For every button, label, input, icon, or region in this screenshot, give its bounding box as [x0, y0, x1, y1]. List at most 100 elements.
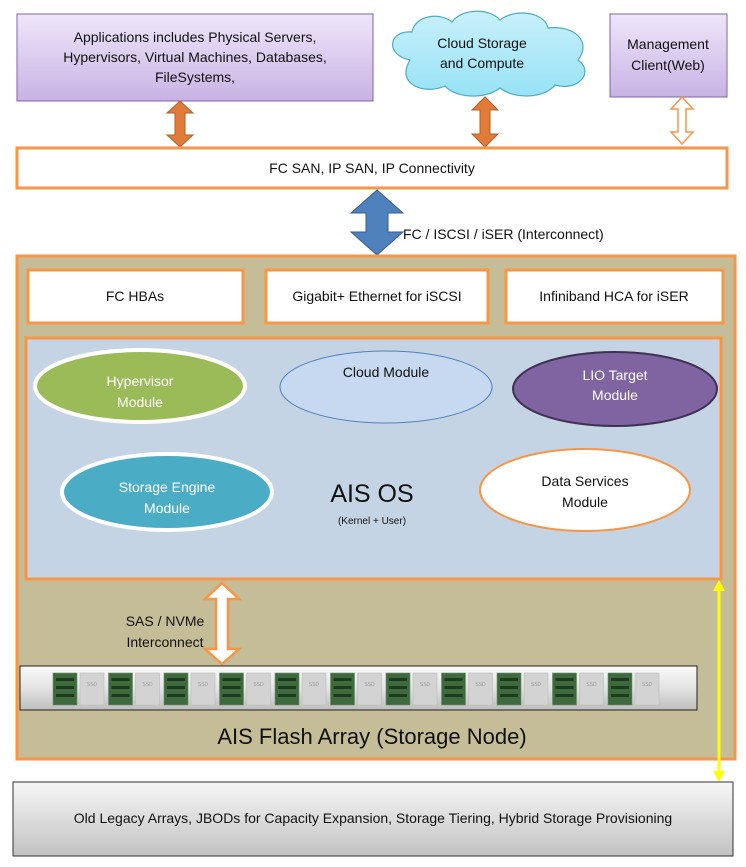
ssd-label: SSD [475, 682, 486, 688]
applications-box: Applications includes Physical Servers, … [16, 13, 374, 102]
os-title: AIS OS [330, 480, 413, 508]
ssd-label: SSD [87, 682, 98, 688]
module-detail [222, 686, 241, 689]
interconnect-label: FC / ISCSI / iSER (Interconnect) [403, 226, 604, 242]
ssd-drive [190, 672, 216, 706]
module-detail [611, 686, 629, 689]
module-label: Storage Engine [119, 479, 216, 495]
ssd-drive [579, 672, 604, 706]
module-detail [500, 678, 518, 681]
data-services-module: Data Services Module [479, 448, 691, 532]
ssd-drive [523, 672, 549, 706]
module-detail [167, 678, 185, 681]
module-label: Data Services [541, 473, 628, 489]
module-detail [56, 694, 74, 697]
adapter-label: FC HBAs [106, 288, 164, 304]
ssd-drive [301, 672, 327, 706]
diagram-canvas: Applications includes Physical Servers, … [12, 10, 737, 857]
ssd-label: SSD [309, 682, 320, 688]
management-client-box: Management Client(Web) [609, 13, 728, 98]
module-label: Cloud Module [343, 364, 430, 380]
ssd-drive [412, 672, 438, 706]
ssd-drive [634, 672, 660, 706]
module-label: Module [562, 494, 608, 510]
legacy-label: Old Legacy Arrays, JBODs for Capacity Ex… [74, 810, 672, 826]
architecture-diagram: Applications includes Physical Servers, … [0, 0, 746, 867]
management-line-1: Management [627, 36, 709, 52]
module-detail [389, 686, 407, 689]
adapter-fc-hbas: FC HBAs [26, 268, 245, 325]
sas-label-line-1: SAS / NVMe [126, 613, 205, 629]
module-detail [222, 694, 241, 697]
adapter-gigabit-ethernet: Gigabit+ Ethernet for iSCSI [264, 268, 490, 325]
module-detail [278, 686, 296, 689]
ssd-label: SSD [142, 682, 153, 688]
applications-double-arrow [165, 100, 195, 148]
module-detail [278, 678, 296, 681]
module-label: Module [144, 500, 190, 516]
module-detail [167, 686, 185, 689]
cloud-module: Cloud Module [279, 350, 493, 424]
ssd-drive [468, 672, 493, 706]
cloud-double-arrow [470, 96, 500, 148]
ssd-drive [246, 672, 271, 706]
module-detail [389, 678, 407, 681]
ssd-label: SSD [642, 682, 653, 688]
module-detail [389, 694, 407, 697]
cloud-storage-shape: Cloud Storage and Compute [392, 10, 586, 97]
module-detail [500, 686, 518, 689]
ssd-label: SSD [364, 682, 375, 688]
module-label: Module [592, 387, 638, 403]
storage-engine-module: Storage Engine Module [60, 452, 274, 532]
ssd-drive [79, 672, 105, 706]
ssd-label: SSD [586, 682, 597, 688]
san-bar-label: FC SAN, IP SAN, IP Connectivity [269, 160, 475, 176]
applications-line-1: Applications includes Physical Servers, [74, 29, 317, 45]
interconnect-double-arrow [349, 189, 405, 256]
module-label: Hypervisor [107, 373, 174, 389]
ssd-drive [357, 672, 382, 706]
module-detail [111, 694, 130, 697]
module-detail [333, 686, 352, 689]
module-detail [278, 694, 296, 697]
adapter-infiniband: Infiniband HCA for iSER [504, 268, 725, 325]
module-detail [555, 694, 574, 697]
legacy-storage-box: Old Legacy Arrays, JBODs for Capacity Ex… [12, 781, 734, 857]
sas-label-line-2: Interconnect [126, 634, 203, 650]
module-label: LIO Target [582, 367, 647, 383]
module-detail [611, 678, 629, 681]
flash-array-label: AIS Flash Array (Storage Node) [217, 724, 526, 749]
module-detail [111, 678, 130, 681]
module-detail [222, 678, 241, 681]
cloud-line-1: Cloud Storage [437, 35, 527, 51]
module-detail [555, 686, 574, 689]
module-detail [555, 678, 574, 681]
module-detail [333, 678, 352, 681]
os-subtitle: (Kernel + User) [338, 516, 406, 527]
applications-line-2: Hypervisors, Virtual Machines, Databases… [63, 49, 327, 65]
module-detail [167, 694, 185, 697]
lio-target-module: LIO Target Module [512, 351, 718, 427]
module-detail [56, 686, 74, 689]
san-connectivity-bar: FC SAN, IP SAN, IP Connectivity [15, 146, 729, 190]
module-detail [444, 686, 463, 689]
module-detail [611, 694, 629, 697]
module-detail [444, 678, 463, 681]
ssd-label: SSD [253, 682, 264, 688]
applications-line-3: FileSystems, [155, 69, 235, 85]
ssd-label: SSD [198, 682, 209, 688]
ssd-label: SSD [531, 682, 542, 688]
management-line-2: Client(Web) [631, 57, 705, 73]
adapter-label: Infiniband HCA for iSER [539, 288, 688, 304]
module-detail [56, 678, 74, 681]
module-detail [111, 686, 130, 689]
management-double-arrow [669, 95, 695, 146]
ssd-drive [135, 672, 160, 706]
module-label: Module [117, 394, 163, 410]
hypervisor-module: Hypervisor Module [33, 348, 247, 424]
module-detail [333, 694, 352, 697]
ssd-label: SSD [420, 682, 431, 688]
module-detail [444, 694, 463, 697]
cloud-line-2: and Compute [440, 55, 524, 71]
adapter-label: Gigabit+ Ethernet for iSCSI [292, 288, 461, 304]
